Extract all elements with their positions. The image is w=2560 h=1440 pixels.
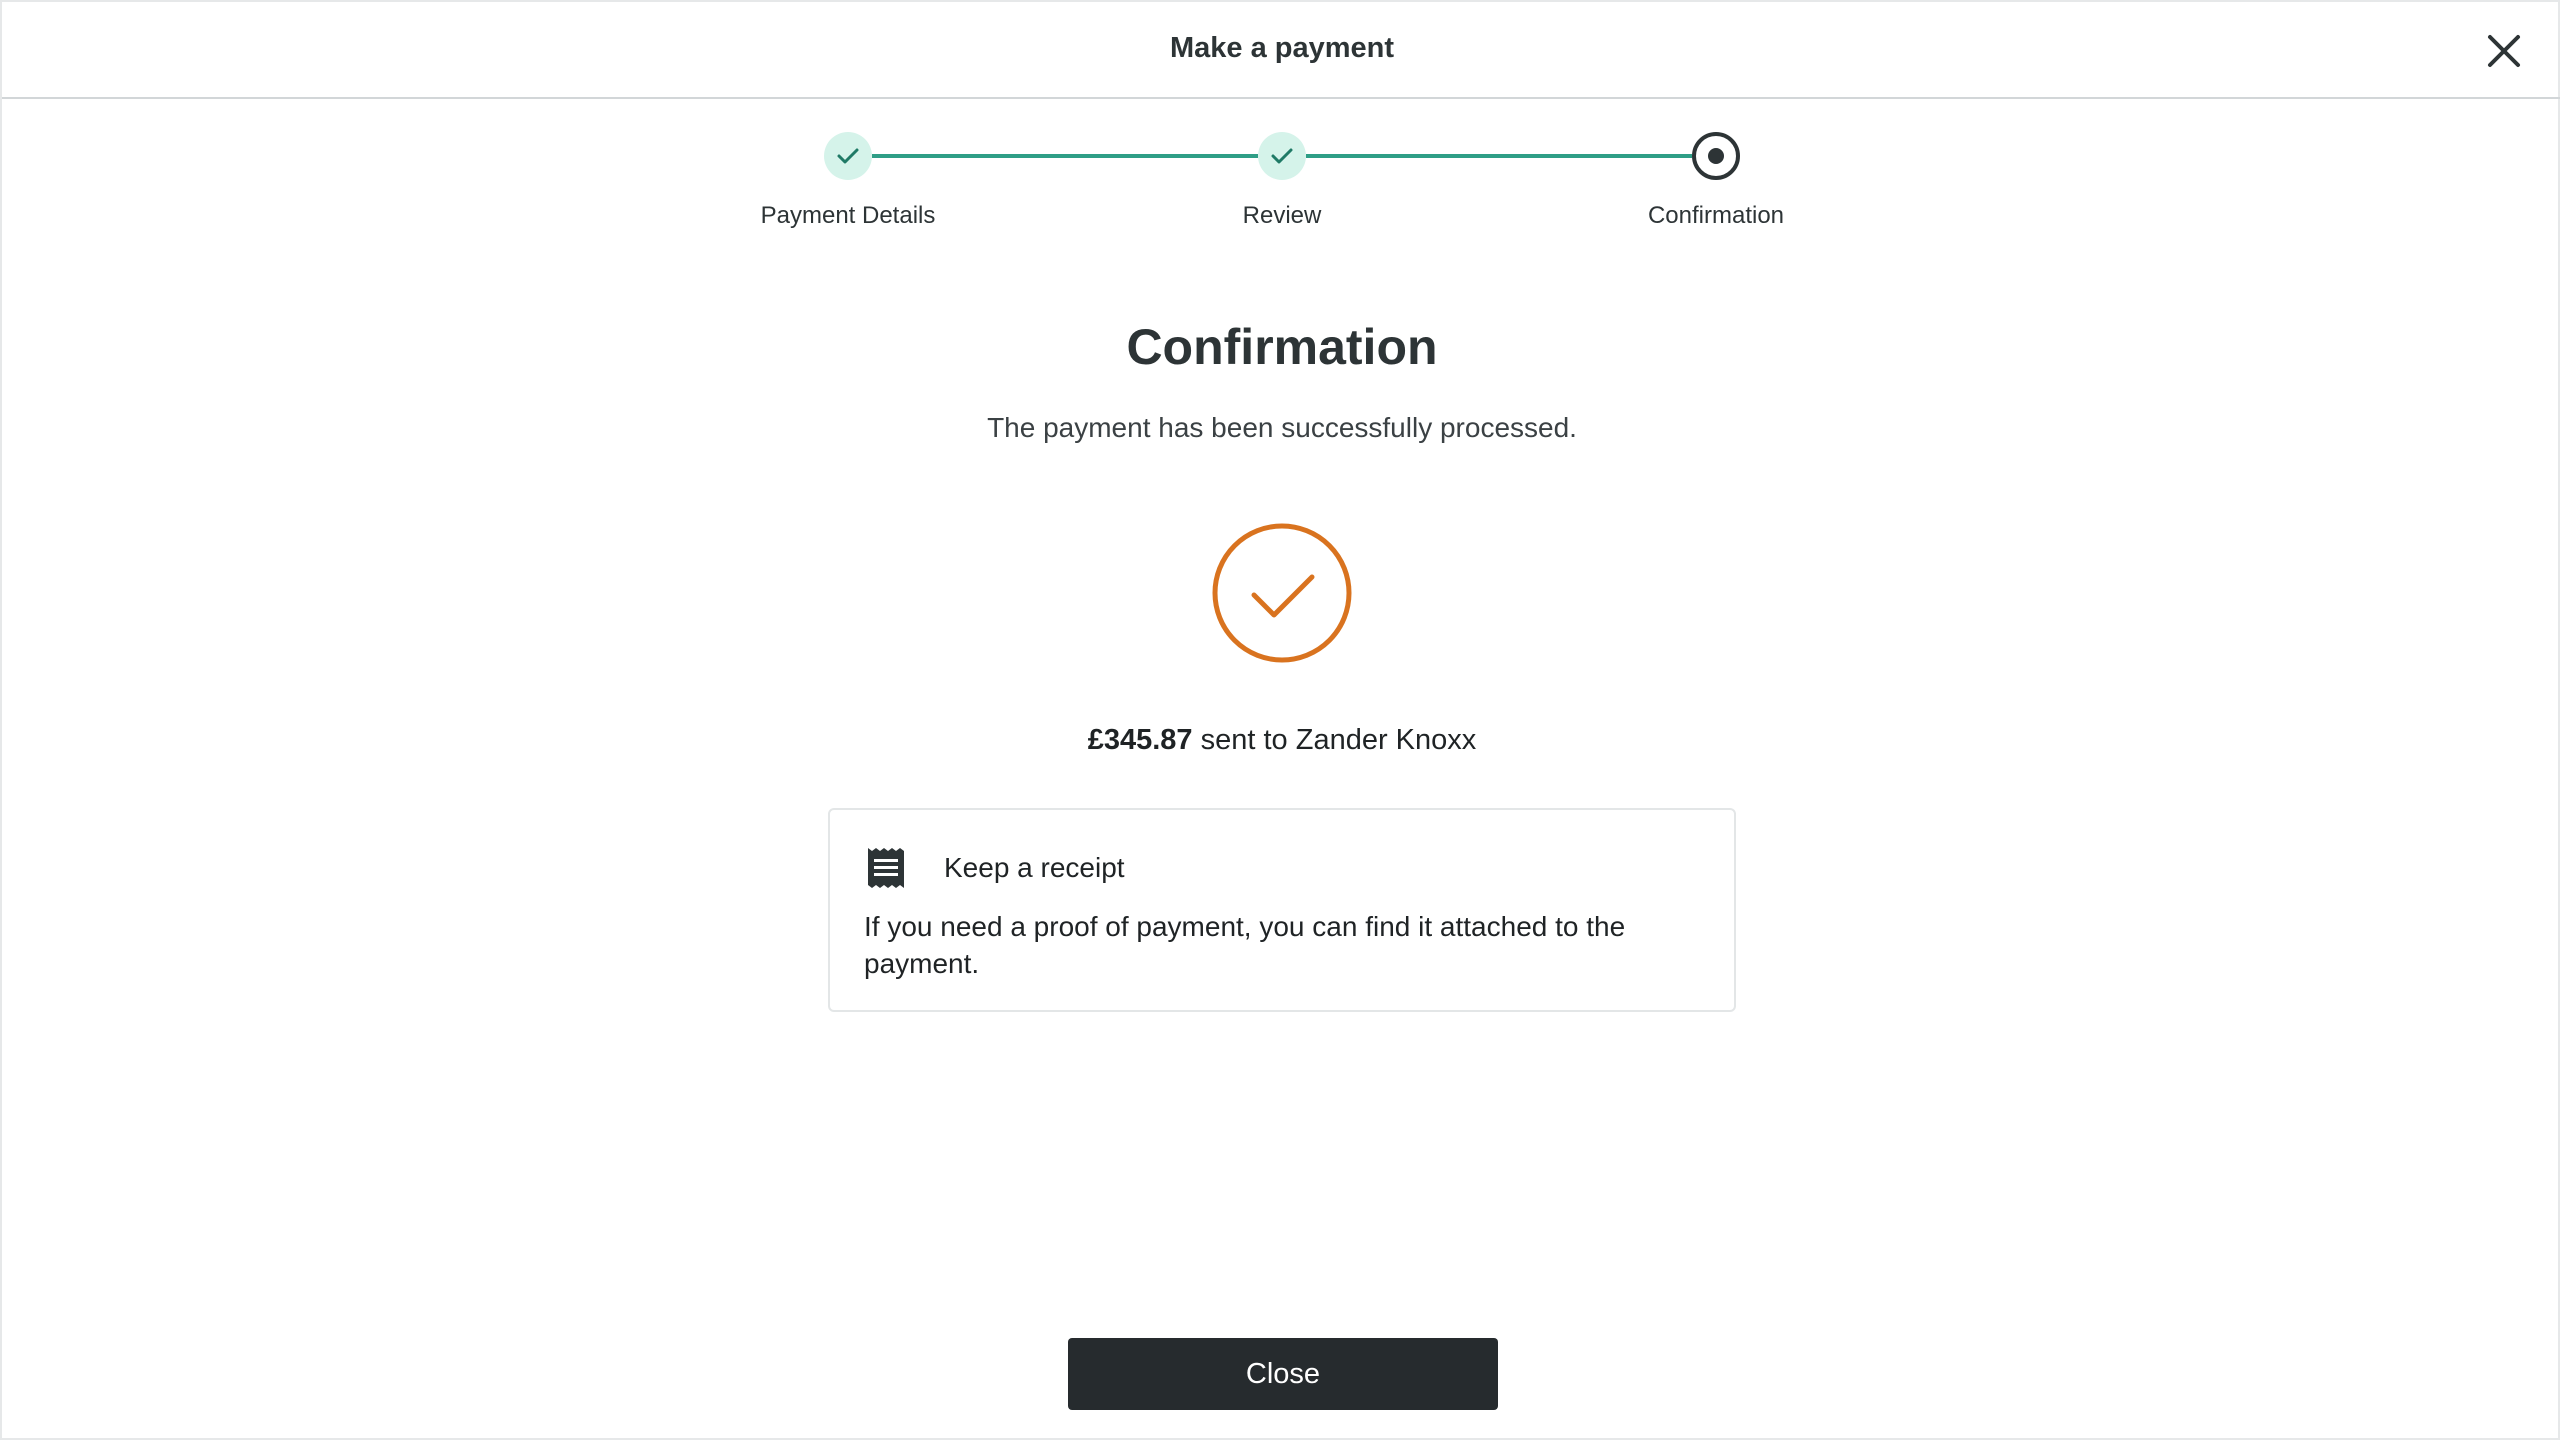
- step-label-review: Review: [1242, 202, 1322, 229]
- step-review-check-icon: [1258, 132, 1306, 180]
- step-payment-details-check-icon: [824, 132, 872, 180]
- payment-summary: £345.87 sent to Zander Knoxx: [2, 724, 2560, 757]
- step-label-payment-details: Payment Details: [760, 202, 936, 229]
- payment-amount: £345.87: [1087, 724, 1193, 756]
- step-connector: [1306, 154, 1692, 158]
- close-button[interactable]: Close: [1068, 1338, 1498, 1410]
- page-title: Confirmation: [1126, 319, 1438, 375]
- step-label-confirmation: Confirmation: [1647, 202, 1785, 229]
- step-confirmation-current-icon: [1692, 132, 1740, 180]
- receipt-title: Keep a receipt: [944, 852, 1125, 883]
- progress-stepper: Payment Details Review Confirmation: [2, 2, 2560, 242]
- payment-dialog: Make a payment Payment Details Review Co…: [0, 0, 2560, 1440]
- step-connector: [872, 154, 1258, 158]
- status-message: The payment has been successfully proces…: [987, 412, 1577, 443]
- payment-recipient: sent to Zander Knoxx: [1200, 724, 1477, 756]
- receipt-card: Keep a receipt If you need a proof of pa…: [828, 808, 1736, 1012]
- receipt-icon: [866, 846, 906, 890]
- receipt-description: If you need a proof of payment, you can …: [864, 911, 1626, 979]
- success-check-icon: [1210, 521, 1354, 665]
